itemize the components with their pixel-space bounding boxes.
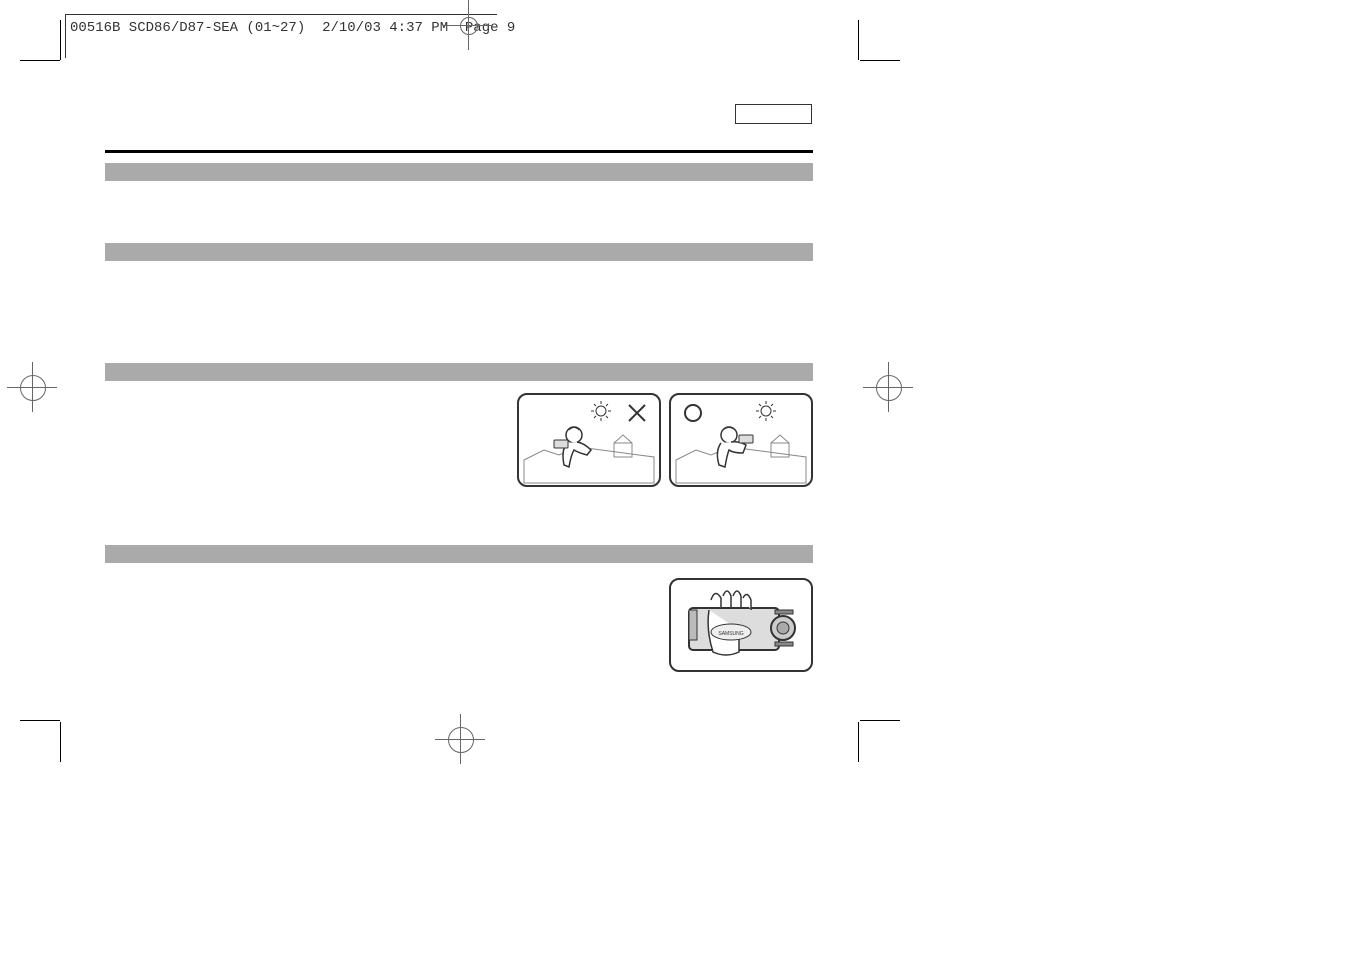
header-box-top-line xyxy=(65,14,497,15)
crop-mark xyxy=(858,722,859,762)
section-bar-3 xyxy=(105,363,813,381)
doc-time: 4:37 PM xyxy=(389,20,448,36)
o-mark-icon xyxy=(683,403,703,423)
crop-mark xyxy=(858,20,859,60)
crop-mark xyxy=(860,720,900,721)
correct-usage-illustration xyxy=(669,393,813,487)
registration-cross xyxy=(7,362,57,412)
header-box-left-line xyxy=(65,14,66,58)
section-bar-1 xyxy=(105,163,813,181)
sunlight-illustrations xyxy=(105,393,813,487)
page-number-box xyxy=(735,104,812,124)
wrong-usage-illustration xyxy=(517,393,661,487)
handgrip-illustration-row: SAMSUNG xyxy=(105,578,813,672)
title-rule xyxy=(105,150,813,153)
crop-mark xyxy=(60,722,61,762)
camcorder-handgrip-illustration: SAMSUNG xyxy=(669,578,813,672)
crop-mark xyxy=(20,60,60,61)
crop-mark xyxy=(20,720,60,721)
registration-cross xyxy=(435,714,485,764)
doc-date: 2/10/03 xyxy=(322,20,381,36)
page-content: SAMSUNG xyxy=(105,150,813,672)
section-bar-4 xyxy=(105,545,813,563)
x-mark-icon xyxy=(627,403,647,423)
page-num: 9 xyxy=(507,20,515,36)
crop-mark xyxy=(60,20,61,60)
brand-text: SAMSUNG xyxy=(718,631,743,637)
registration-cross xyxy=(863,362,913,412)
registration-cross xyxy=(443,0,493,50)
crop-mark xyxy=(860,60,900,61)
doc-id: 00516B SCD86/D87-SEA (01~27) xyxy=(70,20,305,36)
section-bar-2 xyxy=(105,243,813,261)
